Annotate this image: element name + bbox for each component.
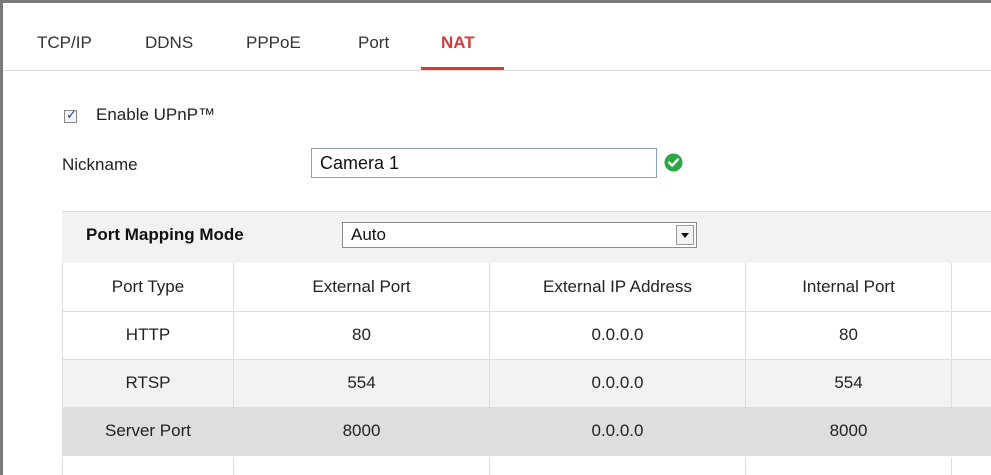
port-mapping-mode-select[interactable]: Auto bbox=[342, 222, 697, 248]
cell-extra bbox=[951, 359, 991, 408]
cell-port-type: RTSP bbox=[62, 359, 234, 408]
chevron-down-icon bbox=[681, 233, 689, 238]
column-header: Port Type bbox=[62, 263, 234, 312]
port-mapping-mode-label: Port Mapping Mode bbox=[86, 225, 244, 244]
cell-port-type: Server Port bbox=[62, 407, 234, 456]
tab-nat[interactable]: NAT bbox=[441, 33, 475, 53]
column-header: External Port bbox=[233, 263, 490, 312]
table-row[interactable]: RTSP 554 0.0.0.0 554 bbox=[62, 359, 991, 408]
cell-port-type: HTTP bbox=[62, 311, 234, 360]
cell-extra bbox=[951, 311, 991, 360]
column-header-extra bbox=[951, 263, 991, 312]
tab-ddns[interactable]: DDNS bbox=[145, 33, 193, 53]
cell-external-ip: 0.0.0.0 bbox=[489, 311, 746, 360]
cell-extra bbox=[951, 407, 991, 456]
cell-internal-port: 554 bbox=[745, 359, 952, 408]
port-mapping-mode-value: Auto bbox=[351, 225, 386, 244]
tab-pppoe[interactable]: PPPoE bbox=[246, 33, 301, 53]
cell-internal-port: 8000 bbox=[745, 407, 952, 456]
cell-external-ip: 0.0.0.0 bbox=[489, 359, 746, 408]
table-row[interactable]: Server Port 8000 0.0.0.0 8000 bbox=[62, 407, 991, 456]
enable-upnp-checkbox[interactable]: ✓ bbox=[64, 108, 77, 123]
tab-port[interactable]: Port bbox=[358, 33, 389, 53]
nickname-label: Nickname bbox=[62, 155, 138, 174]
column-header: Internal Port bbox=[745, 263, 952, 312]
nickname-input[interactable] bbox=[311, 148, 657, 178]
cell-external-port: 80 bbox=[233, 311, 490, 360]
checkmark-icon: ✓ bbox=[66, 108, 77, 123]
column-header: External IP Address bbox=[489, 263, 746, 312]
port-mapping-table: Port Type External Port External IP Addr… bbox=[62, 263, 991, 456]
active-tab-indicator bbox=[421, 67, 504, 70]
cell-internal-port: 80 bbox=[745, 311, 952, 360]
table-header-row: Port Type External Port External IP Addr… bbox=[62, 263, 991, 312]
cell-external-port: 8000 bbox=[233, 407, 490, 456]
cell-external-ip: 0.0.0.0 bbox=[489, 407, 746, 456]
check-circle-icon bbox=[664, 153, 683, 172]
table-row-partial bbox=[62, 458, 952, 475]
cell-external-port: 554 bbox=[233, 359, 490, 408]
dropdown-arrow-button[interactable] bbox=[676, 225, 694, 245]
tab-tcpip[interactable]: TCP/IP bbox=[37, 33, 92, 53]
enable-upnp-label: Enable UPnP™ bbox=[96, 105, 216, 124]
table-row[interactable]: HTTP 80 0.0.0.0 80 bbox=[62, 311, 991, 360]
tab-bar: TCP/IP DDNS PPPoE Port NAT bbox=[3, 3, 991, 71]
